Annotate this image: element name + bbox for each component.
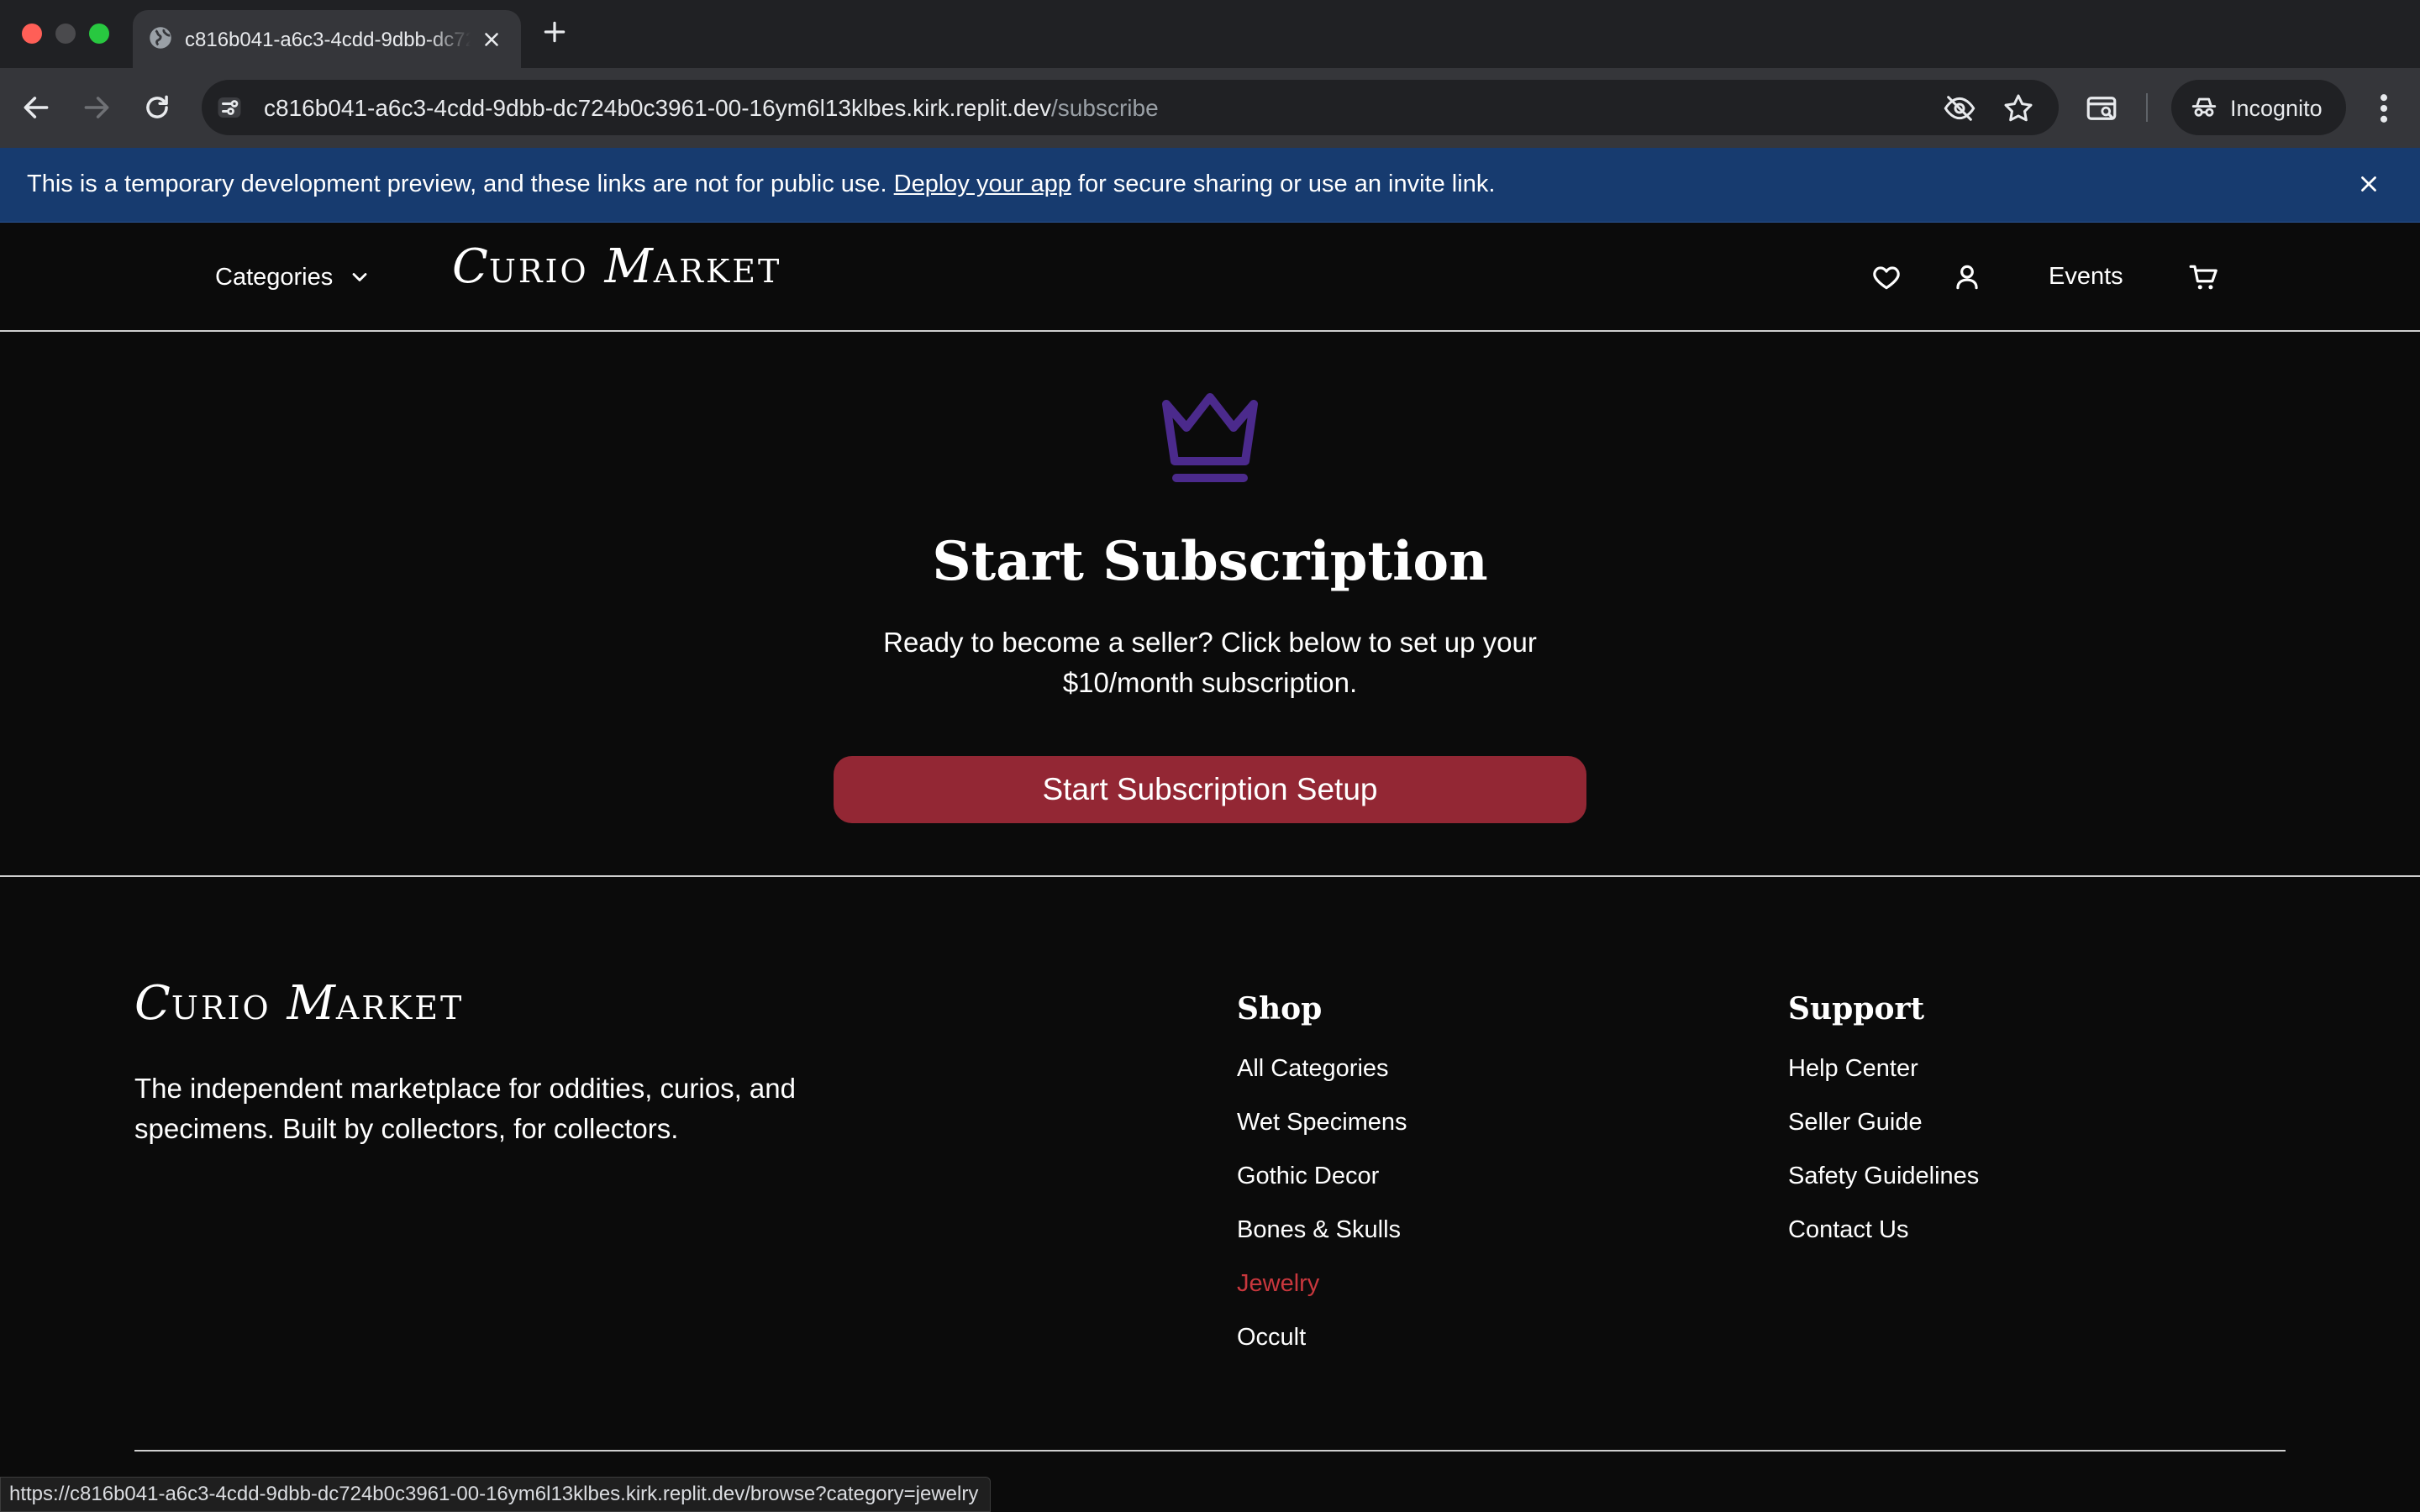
start-subscription-setup-button[interactable]: Start Subscription Setup — [834, 756, 1586, 823]
window-close-button[interactable] — [22, 24, 42, 44]
site-footer: CURIO MARKET The independent marketplace… — [0, 877, 2420, 1512]
subscription-section: Start Subscription Ready to become a sel… — [0, 332, 2420, 877]
page-title: Start Subscription — [932, 530, 1488, 593]
dev-preview-banner: This is a temporary development preview,… — [0, 148, 2420, 223]
browser-menu-icon[interactable] — [2371, 90, 2396, 127]
footer-support-column: Support Help Center Seller Guide Safety … — [1788, 991, 1979, 1270]
incognito-icon — [2191, 97, 2217, 117]
banner-text-after: for secure sharing or use an invite link… — [1077, 171, 1496, 197]
list-item: Seller Guide — [1788, 1109, 1979, 1163]
footer-link-occult[interactable]: Occult — [1237, 1324, 1306, 1351]
cart-icon[interactable] — [2188, 261, 2220, 293]
tab-close-icon[interactable] — [481, 29, 502, 50]
bookmark-star-icon[interactable] — [2002, 92, 2035, 125]
browser-tab-strip: c816b041-a6c3-4cdd-9dbb-dc724b0c3961-00-… — [0, 0, 2420, 68]
back-arrow-icon[interactable] — [20, 92, 52, 123]
browser-toolbar: c816b041-a6c3-4cdd-9dbb-dc724b0c3961-00-… — [0, 68, 2420, 148]
footer-link-seller-guide[interactable]: Seller Guide — [1788, 1109, 1923, 1136]
list-item: Contact Us — [1788, 1216, 1979, 1270]
deploy-app-link[interactable]: Deploy your app — [894, 171, 1071, 197]
banner-text-before: This is a temporary development preview,… — [27, 171, 887, 197]
footer-logo-word-curio: URIO — [171, 990, 271, 1026]
footer-link-safety-guidelines[interactable]: Safety Guidelines — [1788, 1163, 1979, 1189]
window-zoom-button[interactable] — [89, 24, 109, 44]
footer-logo-initial-c: C — [134, 976, 171, 1031]
logo-word-market: ARKET — [653, 253, 782, 290]
url-path: /subscribe — [1051, 95, 1159, 121]
tab-title: c816b041-a6c3-4cdd-9dbb-dc724b0c3961-00-… — [185, 29, 471, 51]
crown-icon — [1162, 393, 1258, 482]
footer-shop-heading: Shop — [1237, 991, 1323, 1026]
list-item: Safety Guidelines — [1788, 1163, 1979, 1216]
footer-support-heading: Support — [1788, 991, 1925, 1026]
footer-link-all-categories[interactable]: All Categories — [1237, 1055, 1389, 1082]
heart-icon[interactable] — [1870, 261, 1902, 293]
footer-divider — [134, 1450, 2286, 1452]
footer-logo-word-market: ARKET — [335, 990, 465, 1026]
site-logo[interactable]: CURIO MARKET — [452, 239, 781, 294]
footer-shop-links: All Categories Wet Specimens Gothic Deco… — [1237, 1055, 1407, 1378]
list-item: Jewelry — [1237, 1270, 1407, 1324]
footer-shop-column: Shop All Categories Wet Specimens Gothic… — [1237, 991, 1407, 1378]
globe-icon — [150, 27, 171, 49]
link-status-bubble: https://c816b041-a6c3-4cdd-9dbb-dc724b0c… — [0, 1477, 992, 1512]
list-item: All Categories — [1237, 1055, 1407, 1109]
events-link[interactable]: Events — [2049, 263, 2123, 291]
footer-link-jewelry[interactable]: Jewelry — [1237, 1270, 1319, 1297]
close-icon[interactable] — [2356, 171, 2381, 197]
chevron-down-icon — [352, 273, 367, 281]
list-item: Occult — [1237, 1324, 1407, 1378]
forward-arrow-icon[interactable] — [81, 92, 113, 123]
categories-dropdown[interactable]: Categories — [215, 260, 371, 295]
list-item: Gothic Decor — [1237, 1163, 1407, 1216]
footer-link-help-center[interactable]: Help Center — [1788, 1055, 1918, 1082]
footer-tagline: The independent marketplace for oddities… — [134, 1073, 796, 1144]
footer-link-wet-specimens[interactable]: Wet Specimens — [1237, 1109, 1407, 1136]
footer-logo-initial-m: M — [287, 976, 336, 1031]
site-header: Categories CURIO MARKET Events — [0, 223, 2420, 332]
user-icon[interactable] — [1951, 261, 1983, 293]
url-host: c816b041-a6c3-4cdd-9dbb-dc724b0c3961-00-… — [264, 95, 1052, 121]
logo-initial-c: C — [452, 239, 489, 294]
url-text: c816b041-a6c3-4cdd-9dbb-dc724b0c3961-00-… — [264, 95, 1159, 122]
footer-link-contact-us[interactable]: Contact Us — [1788, 1216, 1908, 1243]
address-bar[interactable]: c816b041-a6c3-4cdd-9dbb-dc724b0c3961-00-… — [202, 80, 2059, 135]
logo-initial-m: M — [604, 239, 654, 294]
reload-icon[interactable] — [141, 92, 173, 123]
footer-logo[interactable]: CURIO MARKET — [134, 976, 464, 1031]
categories-label: Categories — [215, 263, 334, 291]
window-minimize-button[interactable] — [55, 24, 76, 44]
incognito-indicator[interactable]: Incognito — [2171, 80, 2346, 135]
banner-message: This is a temporary development preview,… — [27, 171, 1495, 198]
footer-link-bones-skulls[interactable]: Bones & Skulls — [1237, 1216, 1401, 1243]
browser-tab[interactable]: c816b041-a6c3-4cdd-9dbb-dc724b0c3961-00-… — [133, 10, 521, 68]
site-settings-icon[interactable] — [213, 92, 245, 123]
list-item: Bones & Skulls — [1237, 1216, 1407, 1270]
list-item: Help Center — [1788, 1055, 1979, 1109]
incognito-label: Incognito — [2230, 96, 2323, 121]
eye-off-icon[interactable] — [1943, 92, 1976, 125]
footer-support-links: Help Center Seller Guide Safety Guidelin… — [1788, 1055, 1979, 1270]
new-tab-icon[interactable] — [541, 18, 568, 45]
list-item: Wet Specimens — [1237, 1109, 1407, 1163]
logo-word-curio: URIO — [488, 253, 589, 290]
footer-link-gothic-decor[interactable]: Gothic Decor — [1237, 1163, 1379, 1189]
tab-search-icon[interactable] — [2084, 91, 2119, 126]
page-description: Ready to become a seller? Click below to… — [883, 627, 1537, 698]
toolbar-separator — [2146, 93, 2148, 122]
